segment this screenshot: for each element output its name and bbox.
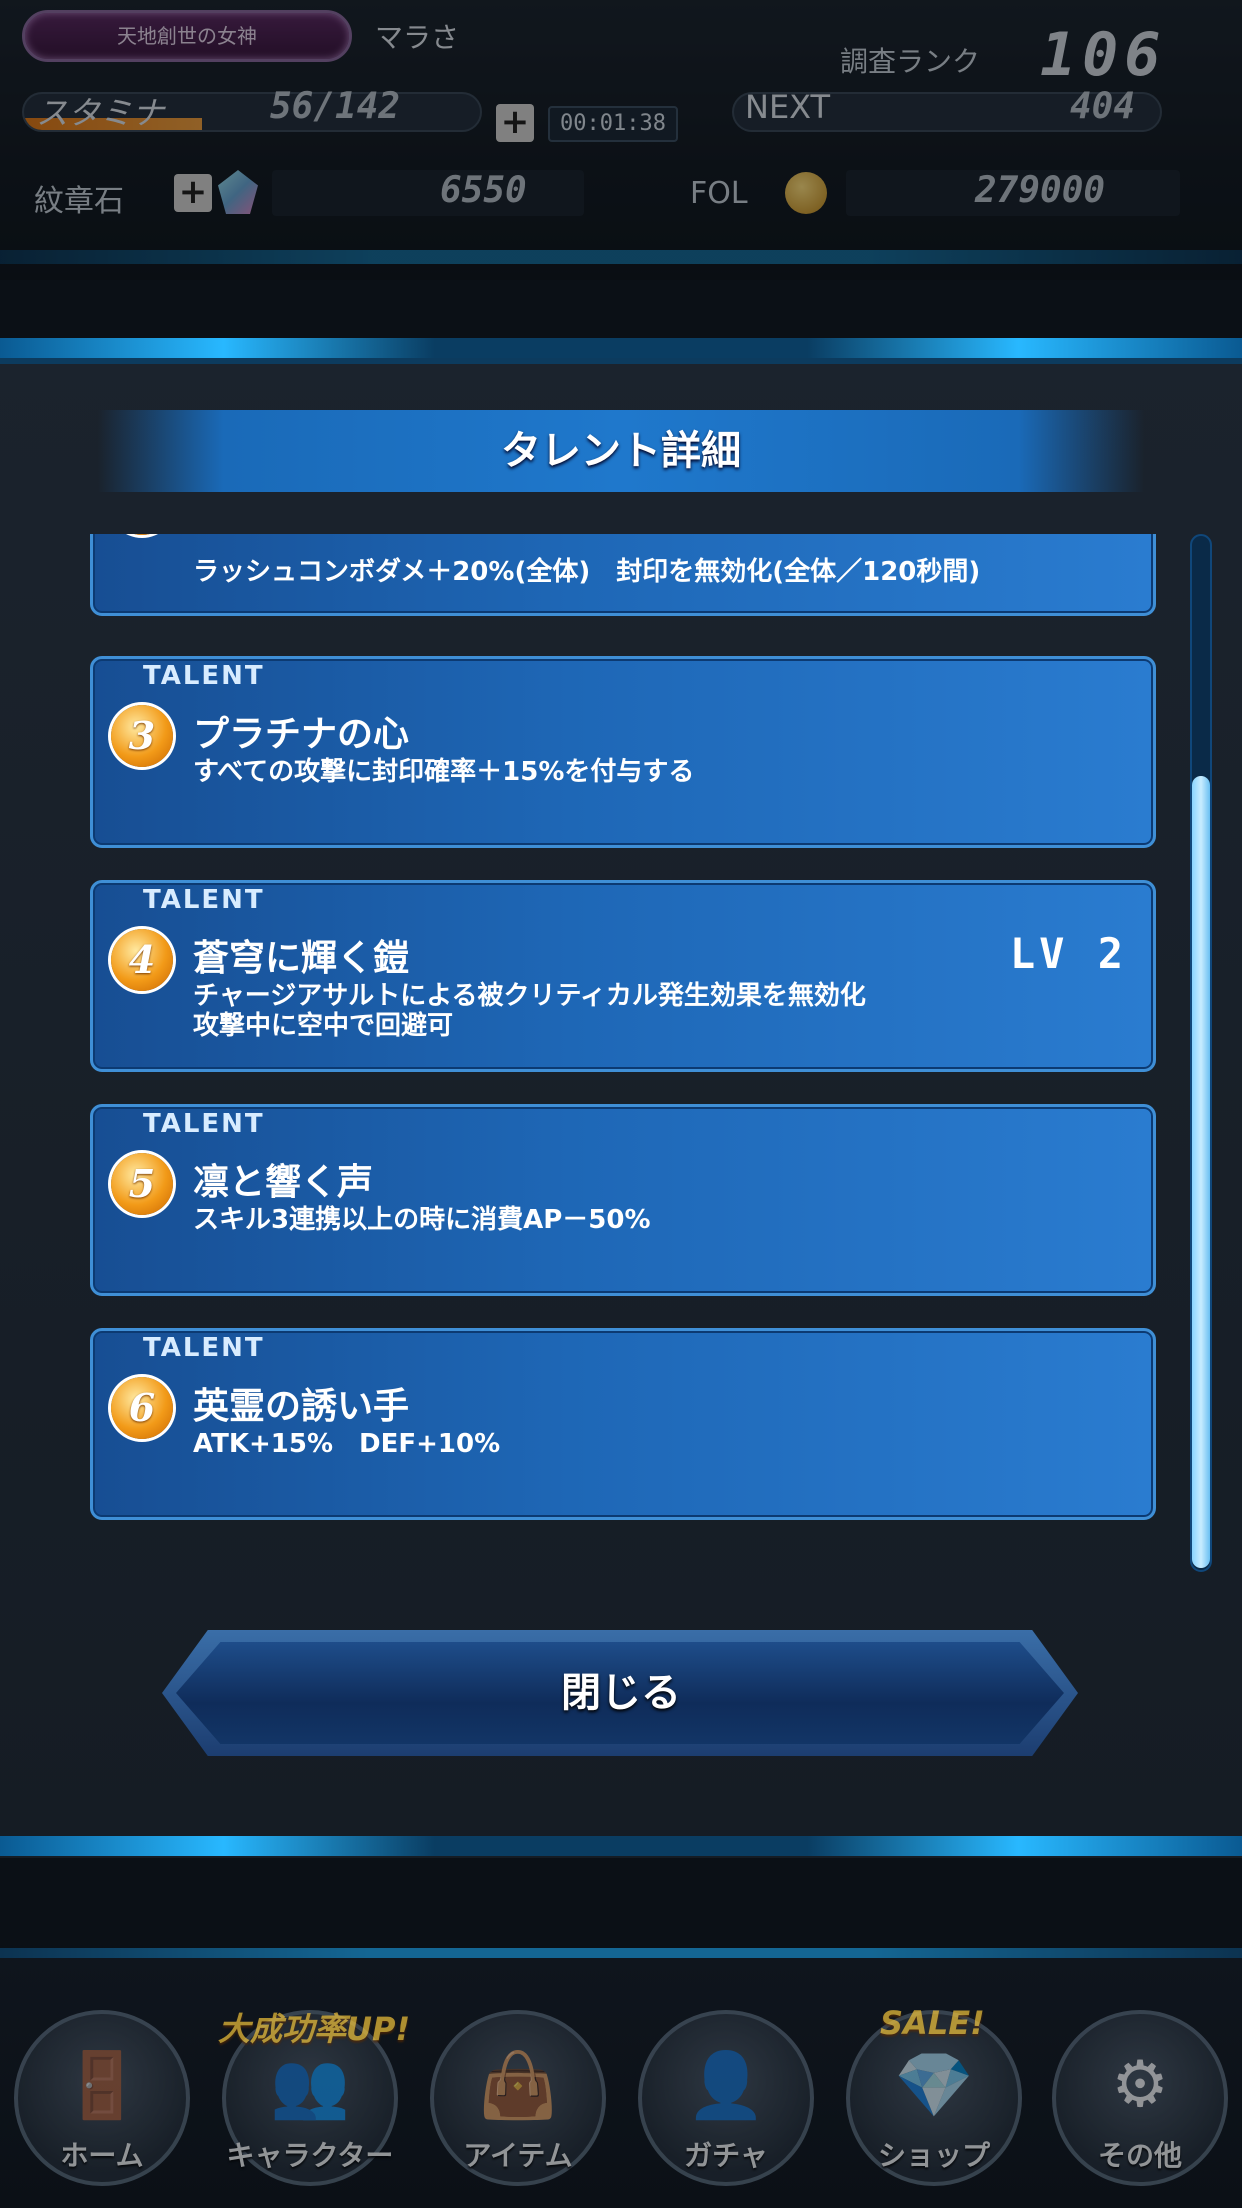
modal-title: タレント詳細 <box>501 428 741 474</box>
talent-name: 蒼穹に輝く鎧 <box>193 938 410 979</box>
stamina-timer: 00:01:38 <box>548 106 678 142</box>
gem-label: 紋章石 <box>34 184 124 219</box>
talent-number-badge: 4 <box>111 929 173 991</box>
next-label: NEXT <box>745 88 831 126</box>
stamina-plus-button[interactable]: + <box>496 104 534 142</box>
fol-value: 279000 <box>975 170 1106 211</box>
modal-bottom-border <box>0 1836 1242 1856</box>
talent-description: ラッシュコンボダメ＋20%(全体) 封印を無効化(全体／120秒間) <box>193 557 981 587</box>
talent-name: 英霊の誘い手 <box>193 1386 410 1427</box>
player-title-badge[interactable]: 天地創世の女神 <box>22 10 352 62</box>
talent-number-badge: 2 <box>111 534 173 535</box>
gem-value: 6550 <box>440 170 527 211</box>
talent-card-4: TALENT 4 蒼穹に輝く鎧 LV 2 チャージアサルトによる被クリティカル発… <box>90 880 1156 1072</box>
talent-tag: TALENT <box>143 661 265 691</box>
stamina-value: 56/142 <box>270 86 401 127</box>
rank-label: 調査ランク <box>840 45 981 78</box>
scrollbar-thumb[interactable] <box>1192 776 1210 1568</box>
crystal-shop-icon: 💎 <box>894 2049 974 2123</box>
shop-sale-badge: SALE! <box>880 2004 985 2042</box>
nav-home[interactable]: 🚪 ホーム <box>14 2010 190 2186</box>
close-button-label[interactable]: 閉じる <box>0 1642 1242 1744</box>
talent-name: 凛と響く声 <box>193 1162 374 1203</box>
player-name: マラさ <box>375 21 460 54</box>
talent-description: スキル3連携以上の時に消費AP－50% <box>193 1205 651 1235</box>
gem-plus-button[interactable]: + <box>174 174 212 212</box>
talent-description: すべての攻撃に封印確率＋15%を付与する <box>193 757 695 787</box>
talent-description: ATK+15% DEF+10% <box>193 1429 501 1459</box>
nav-gacha[interactable]: 👤 ガチャ <box>638 2010 814 2186</box>
talent-name: プラチナの心 <box>193 714 410 755</box>
status-header: 天地創世の女神 マラさ 調査ランク 106 スタミナ 56/142 + 00:0… <box>0 0 1242 280</box>
talent-description: チャージアサルトによる被クリティカル発生効果を無効化 攻撃中に空中で回避可 <box>193 981 866 1041</box>
stamina-label: スタミナ <box>36 94 165 132</box>
talent-tag: TALENT <box>143 885 265 915</box>
talent-card-6: TALENT 6 英霊の誘い手 ATK+15% DEF+10% <box>90 1328 1156 1520</box>
gear-icon: ⚙ <box>1111 2048 1169 2122</box>
coin-icon <box>785 172 827 214</box>
nav-item[interactable]: 👜 アイテム <box>430 2010 606 2186</box>
nav-other[interactable]: ⚙ その他 <box>1052 2010 1228 2186</box>
fol-label: FOL <box>690 176 748 211</box>
talent-tag: TALENT <box>143 1109 265 1139</box>
talent-card-5: TALENT 5 凛と響く声 スキル3連携以上の時に消費AP－50% <box>90 1104 1156 1296</box>
modal-top-border-inner <box>0 358 1242 364</box>
talent-number-badge: 5 <box>111 1153 173 1215</box>
gem-box <box>272 170 584 216</box>
characters-icon: 👥 <box>270 2049 350 2123</box>
rank-value: 106 <box>1040 20 1167 90</box>
talent-number-badge: 3 <box>111 705 173 767</box>
gacha-icon: 👤 <box>686 2049 766 2123</box>
talent-card-2: 2 ラッシュコンボダメ＋20%(全体) 封印を無効化(全体／120秒間) <box>90 534 1156 616</box>
talent-level: LV 2 <box>1009 929 1127 978</box>
item-bag-icon: 👜 <box>478 2049 558 2123</box>
crest-gem-icon <box>218 170 258 214</box>
talent-tag: TALENT <box>143 1333 265 1363</box>
talent-number-badge: 6 <box>111 1377 173 1439</box>
modal-top-border <box>0 338 1242 358</box>
talent-list[interactable]: 2 ラッシュコンボダメ＋20%(全体) 封印を無効化(全体／120秒間) TAL… <box>86 534 1156 1558</box>
talent-card-3: TALENT 3 プラチナの心 すべての攻撃に封印確率＋15%を付与する <box>90 656 1156 848</box>
door-icon: 🚪 <box>62 2049 142 2123</box>
header-divider <box>0 250 1242 264</box>
character-badge: 大成功率UP! <box>218 2010 411 2048</box>
next-value: 404 <box>1070 86 1136 127</box>
